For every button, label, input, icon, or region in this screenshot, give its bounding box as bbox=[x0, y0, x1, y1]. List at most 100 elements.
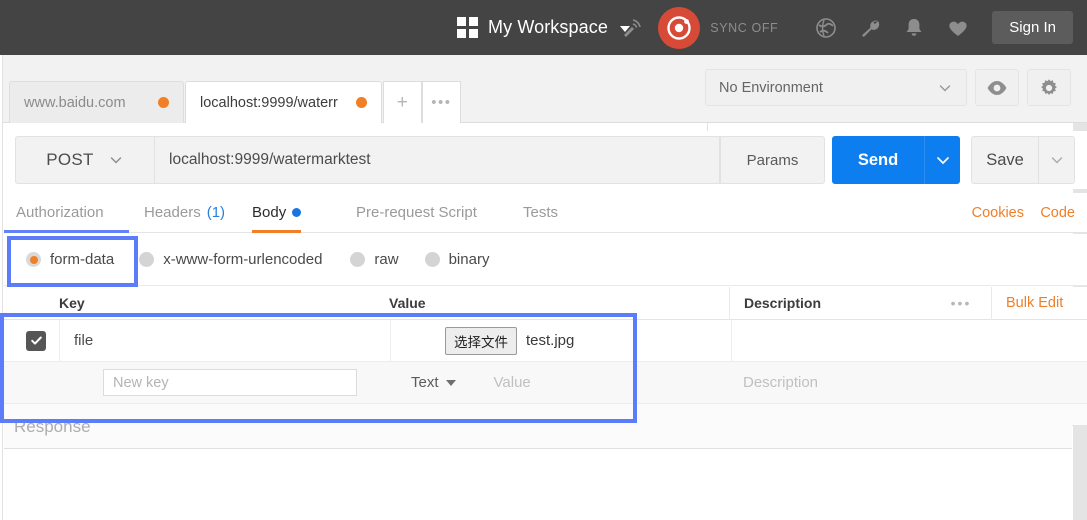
tab-headers[interactable]: Headers (1) bbox=[144, 193, 225, 233]
choose-file-button[interactable]: 选择文件 bbox=[445, 326, 517, 355]
header-value: Value bbox=[389, 295, 426, 311]
plus-icon: + bbox=[396, 91, 408, 113]
response-body-area bbox=[4, 448, 1072, 520]
tab-authorization-label: Authorization bbox=[16, 203, 104, 221]
grid-icon bbox=[457, 17, 479, 38]
environment-controls: No Environment bbox=[705, 69, 1071, 106]
sync-status-text: SYNC OFF bbox=[710, 20, 779, 35]
header-key: Key bbox=[59, 295, 85, 311]
sign-in-button[interactable]: Sign In bbox=[992, 11, 1073, 44]
tab-headers-count: (1) bbox=[206, 203, 226, 221]
code-label: Code bbox=[1040, 205, 1075, 221]
table-row: file 选择文件 test.jpg bbox=[4, 319, 1087, 362]
chevron-down-icon bbox=[1051, 157, 1062, 164]
radio-x-www-form-urlencoded-icon bbox=[139, 252, 155, 267]
request-tabs-bar: www.baidu.com localhost:9999/waterr + ••… bbox=[0, 55, 1087, 168]
new-row-key-cell: New key bbox=[59, 369, 389, 396]
globe-icon[interactable] bbox=[804, 0, 848, 55]
app-header: My Workspace SYNC OFF Sign In bbox=[0, 0, 1087, 55]
save-button[interactable]: Save bbox=[971, 136, 1039, 184]
params-label: Params bbox=[746, 151, 799, 169]
tab-headers-label: Headers bbox=[144, 203, 201, 221]
url-value: localhost:9999/watermarktest bbox=[169, 151, 371, 168]
radio-x-www-form-urlencoded-label: x-www-form-urlencoded bbox=[163, 251, 323, 268]
row-key-cell[interactable]: file bbox=[60, 332, 390, 350]
new-tab-button[interactable]: + bbox=[382, 81, 422, 123]
tab-pre-request-script[interactable]: Pre-request Script bbox=[356, 193, 477, 233]
radio-raw-icon bbox=[350, 252, 366, 267]
tab-body[interactable]: Body bbox=[252, 193, 302, 233]
settings-button[interactable] bbox=[1027, 69, 1071, 106]
unsaved-dot-icon bbox=[158, 97, 169, 108]
radio-raw-label: raw bbox=[374, 251, 399, 268]
environment-quick-look-button[interactable] bbox=[975, 69, 1019, 106]
request-tab-label: www.baidu.com bbox=[24, 94, 126, 111]
tab-authorization[interactable]: Authorization bbox=[16, 193, 104, 233]
ellipsis-icon: ••• bbox=[431, 94, 452, 111]
radio-form-data-icon bbox=[26, 252, 41, 267]
postman-app: My Workspace SYNC OFF Sign In www.baidu.… bbox=[0, 0, 1087, 520]
radio-raw[interactable]: raw bbox=[350, 251, 399, 268]
tab-tests[interactable]: Tests bbox=[523, 193, 558, 233]
new-row-value-cell: Text Value bbox=[389, 374, 729, 391]
new-key-input[interactable]: New key bbox=[103, 369, 357, 396]
environment-select[interactable]: No Environment bbox=[705, 69, 967, 106]
response-section-label: Response bbox=[14, 417, 91, 436]
satellite-icon[interactable] bbox=[610, 0, 654, 55]
request-tab-1[interactable]: www.baidu.com bbox=[9, 81, 184, 123]
http-method-select[interactable]: POST bbox=[15, 136, 155, 184]
tabs-more-button[interactable]: ••• bbox=[421, 81, 461, 123]
workspace-label: My Workspace bbox=[488, 17, 608, 37]
response-spacer bbox=[4, 410, 1072, 448]
workspace-selector[interactable]: My Workspace bbox=[457, 17, 630, 38]
row-value-cell: 选择文件 test.jpg bbox=[391, 326, 731, 355]
check-icon bbox=[30, 336, 42, 345]
sync-status-icon[interactable] bbox=[658, 6, 701, 49]
unsaved-dot-icon bbox=[355, 97, 367, 108]
save-label: Save bbox=[986, 150, 1024, 169]
new-row-description-cell: Description bbox=[729, 374, 1087, 392]
request-tab-2[interactable]: localhost:9999/waterr bbox=[185, 81, 382, 123]
radio-form-data-label: form-data bbox=[50, 251, 115, 268]
wrench-icon[interactable] bbox=[848, 0, 892, 55]
bell-icon[interactable] bbox=[892, 0, 936, 55]
tab-tests-label: Tests bbox=[523, 203, 559, 221]
body-modified-dot-icon bbox=[292, 207, 302, 217]
tab-underline-highlight bbox=[4, 230, 129, 233]
send-options-button[interactable] bbox=[924, 136, 960, 184]
radio-x-www-form-urlencoded[interactable]: x-www-form-urlencoded bbox=[139, 251, 322, 268]
save-options-button[interactable] bbox=[1039, 136, 1075, 184]
url-input[interactable]: localhost:9999/watermarktest bbox=[155, 136, 720, 184]
new-row-value-input[interactable]: Value bbox=[480, 374, 531, 391]
http-method-label: POST bbox=[46, 150, 94, 169]
table-header-row: Key Value Description ••• Bulk Edit bbox=[4, 286, 1087, 320]
send-button[interactable]: Send bbox=[832, 136, 924, 184]
new-row-description-input[interactable]: Description bbox=[729, 374, 818, 391]
send-label: Send bbox=[857, 150, 899, 169]
sign-in-label: Sign In bbox=[1009, 19, 1056, 36]
left-sidebar-edge bbox=[0, 55, 3, 520]
selected-file-name: test.jpg bbox=[526, 332, 575, 349]
chevron-down-icon bbox=[939, 84, 951, 92]
bulk-edit-link[interactable]: Bulk Edit bbox=[992, 295, 1087, 311]
chevron-down-icon bbox=[110, 157, 121, 164]
chevron-down-icon bbox=[445, 379, 456, 386]
body-type-radio-group: form-data x-www-form-urlencoded raw bina… bbox=[4, 234, 1087, 286]
cookies-link[interactable]: Cookies bbox=[972, 193, 1024, 233]
request-section-tabs: Authorization Headers (1) Body Pre-reque… bbox=[4, 193, 1087, 233]
table-new-row: New key Text Value Description bbox=[4, 362, 1087, 404]
tab-body-label: Body bbox=[252, 203, 287, 221]
params-button[interactable]: Params bbox=[720, 136, 825, 184]
new-row-type-select[interactable]: Text bbox=[411, 374, 456, 391]
tab-pre-request-script-label: Pre-request Script bbox=[356, 203, 477, 221]
table-more-button[interactable]: ••• bbox=[931, 295, 991, 311]
radio-form-data[interactable]: form-data bbox=[26, 251, 114, 268]
code-link[interactable]: Code bbox=[1040, 193, 1075, 233]
row-enabled-checkbox[interactable] bbox=[26, 330, 46, 351]
row-checkbox-cell bbox=[4, 330, 59, 351]
heart-icon[interactable] bbox=[936, 0, 980, 55]
radio-binary[interactable]: binary bbox=[424, 251, 489, 268]
cookies-label: Cookies bbox=[971, 205, 1024, 221]
form-data-table: Key Value Description ••• Bulk Edit file bbox=[4, 286, 1087, 426]
request-tab-label: localhost:9999/waterr bbox=[200, 94, 338, 111]
